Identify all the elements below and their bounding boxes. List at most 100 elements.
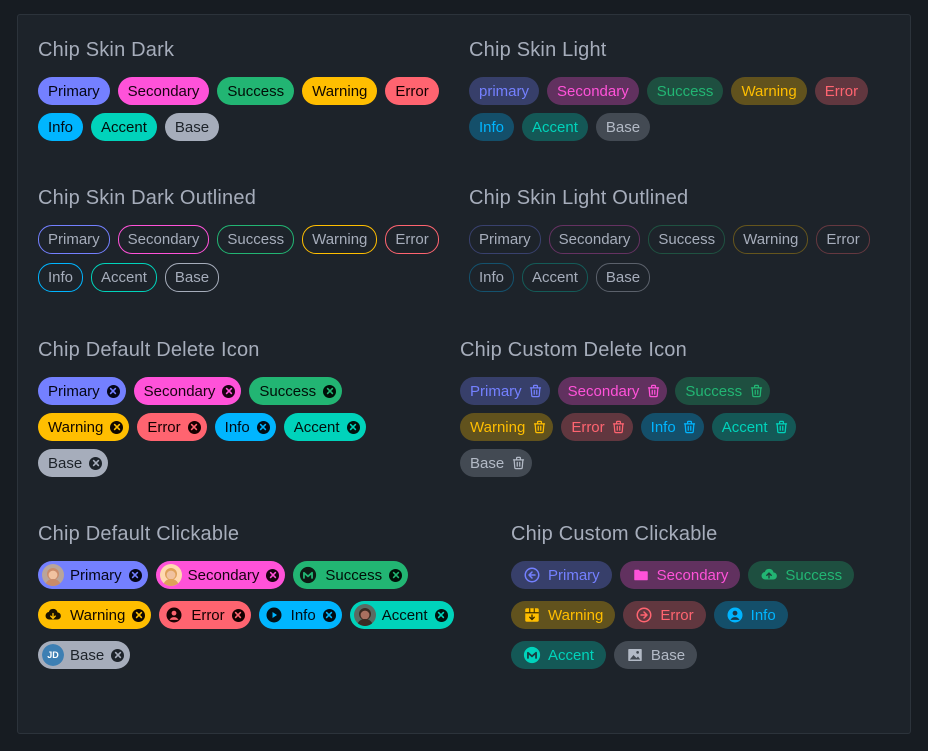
close-icon[interactable] [187, 420, 201, 434]
chip-base[interactable]: Base [460, 449, 533, 477]
chip-error[interactable]: Error [561, 413, 633, 441]
chip-label: Success [685, 382, 743, 400]
chip-accent[interactable]: Accent [91, 263, 157, 292]
close-icon[interactable] [322, 608, 336, 622]
chip-secondary[interactable]: Secondary [548, 225, 641, 254]
chip-success[interactable]: Success [217, 225, 295, 254]
close-icon[interactable] [89, 456, 103, 470]
chip-label: Primary [48, 382, 100, 400]
chip-warning[interactable]: Warning [38, 413, 130, 441]
chip-warning[interactable]: Warning [511, 601, 616, 629]
chip-accent[interactable]: Accent [91, 113, 157, 141]
chip-accent[interactable]: Accent [511, 641, 606, 669]
trash-icon[interactable] [774, 419, 790, 435]
chip-label: Success [227, 82, 285, 100]
close-icon[interactable] [266, 568, 280, 582]
chip-success[interactable]: Success [249, 377, 343, 405]
trash-icon[interactable] [645, 383, 661, 399]
chip-label: Info [48, 118, 74, 136]
chip-success[interactable]: Success [293, 561, 409, 589]
chip-error[interactable]: Error [816, 225, 870, 254]
chip-info[interactable]: Info [713, 601, 788, 629]
chip-base[interactable]: Base [164, 263, 220, 292]
trash-icon[interactable] [510, 455, 526, 471]
chip-label: Success [259, 382, 317, 400]
chip-base[interactable]: Base [595, 263, 651, 292]
chip-info[interactable]: Info [38, 113, 84, 141]
chip-primary[interactable]: Primary [38, 225, 110, 254]
trash-icon[interactable] [748, 383, 764, 399]
close-icon[interactable] [231, 608, 245, 622]
close-icon[interactable] [128, 568, 142, 582]
chip-warning[interactable]: Warning [302, 77, 378, 105]
chip-primary[interactable]: Primary [38, 77, 110, 105]
chip-accent[interactable]: Accent [283, 413, 366, 441]
chip-info[interactable]: Info [258, 601, 342, 629]
close-icon[interactable] [389, 568, 403, 582]
chip-info[interactable]: Info [469, 263, 515, 292]
chip-accent[interactable]: Accent [522, 113, 588, 141]
close-icon[interactable] [256, 420, 270, 434]
close-icon[interactable] [111, 648, 125, 662]
chip-primary[interactable]: primary [469, 77, 540, 105]
chip-warning[interactable]: Warning [38, 601, 152, 629]
chip-secondary[interactable]: Secondary [547, 77, 639, 105]
chip-secondary[interactable]: Secondary [117, 77, 210, 105]
chip-label: Primary [48, 231, 100, 248]
close-icon[interactable] [106, 384, 120, 398]
chip-accent[interactable]: Accent [349, 601, 454, 629]
close-icon[interactable] [222, 384, 236, 398]
chip-warning[interactable]: Warning [731, 77, 807, 105]
chip-success[interactable]: Success [748, 561, 855, 589]
chip-label: Secondary [557, 82, 629, 100]
chip-label: Base [174, 118, 210, 136]
chip-success[interactable]: Success [217, 77, 295, 105]
chip-primary[interactable]: Primary [38, 377, 126, 405]
chip-error[interactable]: Error [137, 413, 207, 441]
user-circle-icon [726, 606, 744, 624]
chip-error[interactable]: Error [385, 77, 439, 105]
chip-secondary[interactable]: Secondary [155, 561, 286, 589]
chip-label: Accent [532, 118, 578, 136]
chip-base[interactable]: Base [164, 113, 220, 141]
chip-info[interactable]: Info [469, 113, 515, 141]
chip-primary[interactable]: Primary [469, 225, 541, 254]
chip-secondary[interactable]: Secondary [133, 377, 242, 405]
trash-icon[interactable] [611, 419, 627, 435]
chip-secondary[interactable]: Secondary [557, 377, 668, 405]
chip-warning[interactable]: Warning [302, 225, 378, 254]
chip-success[interactable]: Success [646, 77, 724, 105]
chip-base[interactable]: JD Base [38, 641, 131, 669]
chip-primary[interactable]: Primary [460, 377, 550, 405]
trash-icon[interactable] [682, 419, 698, 435]
close-icon[interactable] [434, 608, 448, 622]
chip-info[interactable]: Info [640, 413, 704, 441]
chip-error[interactable]: Error [385, 225, 439, 254]
close-icon[interactable] [323, 384, 337, 398]
chip-base[interactable]: Base [613, 641, 698, 669]
close-icon[interactable] [346, 420, 360, 434]
chip-accent[interactable]: Accent [522, 263, 588, 292]
chip-primary[interactable]: Primary [38, 561, 148, 589]
chip-info[interactable]: Info [38, 263, 84, 292]
chip-error[interactable]: Error [623, 601, 706, 629]
trash-icon[interactable] [528, 383, 544, 399]
chip-secondary[interactable]: Secondary [619, 561, 741, 589]
chip-info[interactable]: Info [214, 413, 276, 441]
trash-icon[interactable] [531, 419, 547, 435]
chip-accent[interactable]: Accent [711, 413, 796, 441]
chip-base[interactable]: Base [595, 113, 651, 141]
chip-warning[interactable]: Warning [733, 225, 809, 254]
chip-error[interactable]: Error [814, 77, 869, 105]
close-icon[interactable] [132, 608, 146, 622]
chip-success[interactable]: Success [648, 225, 726, 254]
chip-base[interactable]: Base [38, 449, 109, 477]
chip-secondary[interactable]: Secondary [117, 225, 210, 254]
chip-primary[interactable]: Primary [511, 561, 612, 589]
chip-error[interactable]: Error [159, 601, 251, 629]
close-icon[interactable] [110, 420, 124, 434]
initials-avatar: JD [42, 644, 64, 666]
chip-warning[interactable]: Warning [460, 413, 554, 441]
chip-label: Secondary [558, 231, 631, 248]
chip-success[interactable]: Success [675, 377, 771, 405]
